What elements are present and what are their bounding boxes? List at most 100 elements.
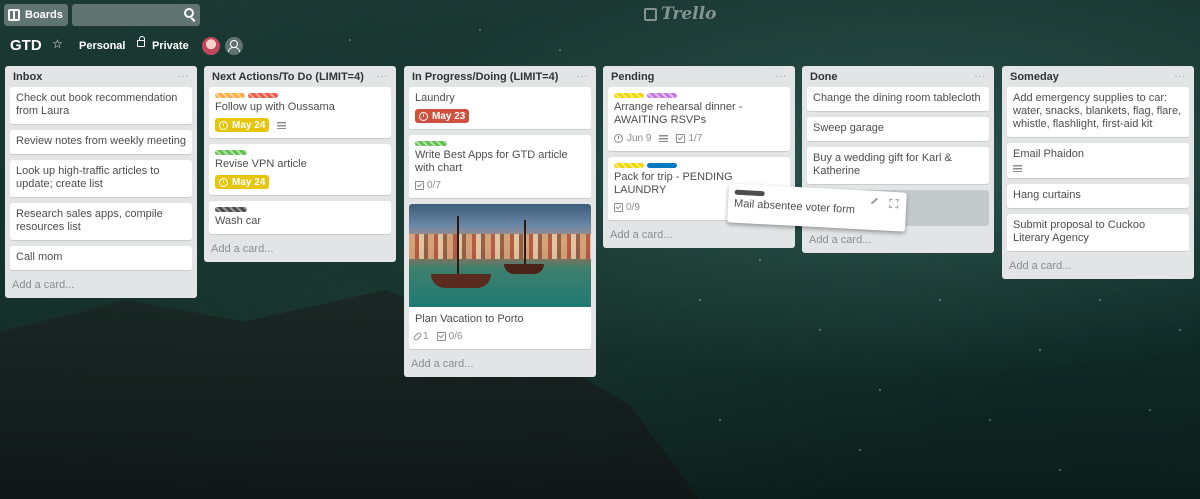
card[interactable]: Research sales apps, compile resources l…: [10, 203, 192, 241]
search-input[interactable]: [72, 4, 200, 26]
card-title: Mail absentee voter form: [733, 197, 856, 216]
card[interactable]: Hang curtains: [1007, 184, 1189, 209]
card-title: Add emergency supplies to car: water, sn…: [1013, 92, 1182, 130]
list-title[interactable]: Inbox: [13, 71, 42, 83]
checklist-badge: 0/6: [436, 330, 463, 343]
boards-icon: [8, 9, 20, 21]
card-title: Pack for trip - PENDING LAUNDRY: [614, 171, 733, 196]
card-labels: [215, 207, 385, 212]
add-card-button[interactable]: Add a card...: [1007, 257, 1189, 274]
add-card-button[interactable]: Add a card...: [209, 240, 391, 257]
list-menu-icon[interactable]: ...: [178, 69, 189, 80]
card[interactable]: Look up high-traffic articles to update;…: [10, 160, 192, 198]
top-bar: Boards Trello: [0, 0, 1200, 30]
card-title: Sweep garage: [813, 122, 884, 134]
card-labels: [614, 163, 784, 168]
checklist-badge: 1/7: [676, 132, 702, 145]
trello-logo[interactable]: Trello: [644, 4, 716, 24]
card[interactable]: Follow up with Oussama May 24: [209, 87, 391, 139]
expand-icon[interactable]: [889, 198, 899, 209]
label-green: [415, 141, 447, 146]
card[interactable]: Laundry May 23: [409, 87, 591, 130]
list-title[interactable]: In Progress/Doing (LIMIT=4): [412, 71, 558, 83]
label-yellow: [614, 93, 644, 98]
add-card-button[interactable]: Add a card...: [807, 231, 989, 248]
card[interactable]: Arrange rehearsal dinner - AWAITING RSVP…: [608, 87, 790, 152]
card-title: Email Phaidon: [1013, 148, 1084, 160]
card[interactable]: Add emergency supplies to car: water, sn…: [1007, 87, 1189, 138]
label-black: [734, 189, 765, 197]
label-green: [215, 150, 247, 155]
card-title: Laundry: [415, 92, 455, 104]
card[interactable]: Check out book recommendation from Laura: [10, 87, 192, 125]
list-title[interactable]: Done: [810, 71, 838, 83]
label-red: [248, 93, 278, 98]
list-menu-icon[interactable]: ...: [975, 69, 986, 80]
list-menu-icon[interactable]: ...: [1175, 69, 1186, 80]
card-title: Look up high-traffic articles to update;…: [16, 165, 160, 190]
search-icon[interactable]: [184, 8, 194, 18]
boards-label: Boards: [25, 9, 63, 21]
list-title[interactable]: Pending: [611, 71, 654, 83]
card[interactable]: Write Best Apps for GTD article with cha…: [409, 135, 591, 199]
card-labels: [415, 141, 585, 146]
add-card-button[interactable]: Add a card...: [10, 276, 192, 293]
board-title[interactable]: GTD: [10, 37, 42, 54]
star-icon[interactable]: ☆: [52, 37, 63, 51]
list-inbox: Inbox ... Check out book recommendation …: [5, 66, 197, 298]
card[interactable]: Sweep garage: [807, 117, 989, 142]
due-date: May 24: [232, 176, 266, 188]
checklist-count: 0/7: [427, 180, 441, 191]
checklist-badge: 0/9: [614, 201, 640, 214]
add-card-button[interactable]: Add a card...: [409, 355, 591, 372]
checklist-badge: 0/7: [415, 179, 441, 192]
card-title: Follow up with Oussama: [215, 101, 335, 113]
clock-icon: [419, 111, 428, 121]
card[interactable]: Email Phaidon: [1007, 143, 1189, 179]
privacy-button[interactable]: Private: [152, 40, 189, 52]
trello-logo-icon: [644, 7, 657, 21]
list-title[interactable]: Someday: [1010, 71, 1059, 83]
avatar[interactable]: [202, 37, 220, 55]
label-orange: [215, 93, 245, 98]
logo-text: Trello: [661, 4, 717, 24]
checklist-icon: [614, 203, 623, 212]
checklist-count: 0/6: [448, 331, 463, 342]
card[interactable]: Plan Vacation to Porto 1 0/6: [409, 204, 591, 350]
card-title: Change the dining room tablecloth: [813, 92, 981, 104]
boards-button[interactable]: Boards: [4, 4, 68, 26]
description-icon: [277, 121, 287, 129]
card[interactable]: Buy a wedding gift for Karl & Katherine: [807, 147, 989, 185]
due-date: May 23: [432, 110, 466, 122]
due-date-badge: May 24: [215, 175, 270, 189]
card[interactable]: Revise VPN article May 24: [209, 144, 391, 196]
card[interactable]: Submit proposal to Cuckoo Literary Agenc…: [1007, 214, 1189, 252]
due-date-badge: Jun 9: [614, 131, 651, 145]
card-labels: [215, 93, 385, 98]
card[interactable]: Wash car: [209, 201, 391, 235]
list-menu-icon[interactable]: ...: [776, 69, 787, 80]
description-icon: [1013, 165, 1022, 172]
card-title: Buy a wedding gift for Karl & Katherine: [813, 152, 952, 177]
card-cover-image: [409, 204, 591, 307]
checklist-count: 1/7: [688, 132, 703, 144]
list-next-actions: Next Actions/To Do (LIMIT=4) ... Follow …: [204, 66, 396, 262]
clock-icon: [614, 133, 623, 143]
card[interactable]: Change the dining room tablecloth: [807, 87, 989, 112]
add-member-icon[interactable]: [225, 37, 243, 55]
list-someday: Someday ... Add emergency supplies to ca…: [1002, 66, 1194, 279]
team-button[interactable]: Personal: [79, 40, 125, 52]
checklist-icon: [676, 133, 686, 143]
list-title[interactable]: Next Actions/To Do (LIMIT=4): [212, 71, 364, 83]
card[interactable]: Review notes from weekly meeting: [10, 130, 192, 155]
card-title: Wash car: [215, 215, 262, 227]
list-menu-icon[interactable]: ...: [577, 69, 588, 80]
card-title: Hang curtains: [1013, 189, 1081, 201]
list-menu-icon[interactable]: ...: [377, 69, 388, 80]
attachment-count: 1: [423, 331, 429, 342]
lock-icon: [137, 36, 145, 47]
add-card-button[interactable]: Add a card...: [608, 226, 790, 243]
due-date-badge: May 24: [215, 118, 270, 132]
checklist-count: 0/9: [626, 202, 640, 213]
card[interactable]: Call mom: [10, 246, 192, 271]
